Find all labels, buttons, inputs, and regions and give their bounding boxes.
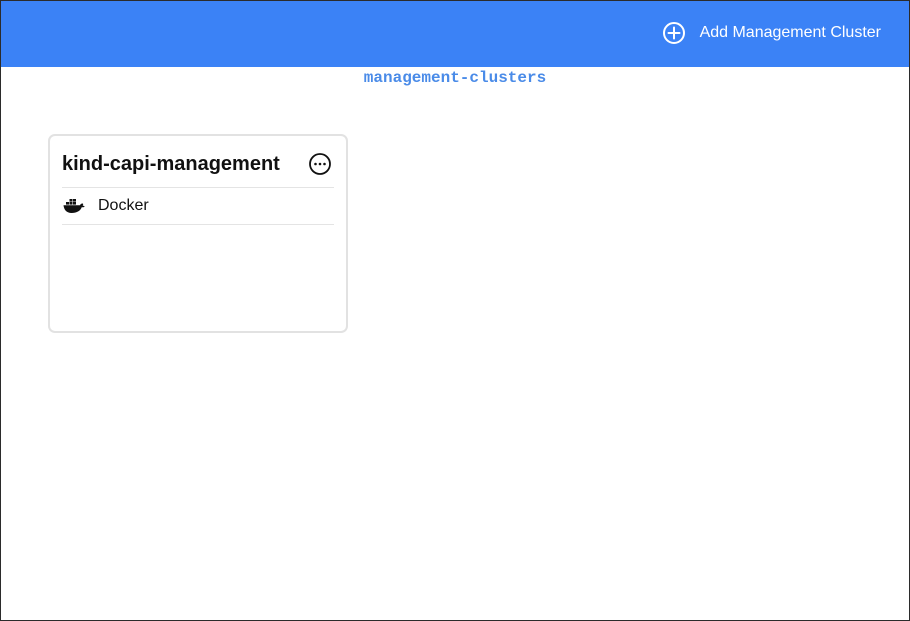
cluster-card-header: kind-capi-management [62, 150, 334, 188]
provider-label: Docker [98, 197, 149, 214]
more-horizontal-icon [309, 153, 331, 175]
plus-circle-icon [662, 21, 686, 45]
top-bar: Add Management Cluster [1, 1, 909, 67]
cluster-card[interactable]: kind-capi-management Docker [48, 134, 348, 333]
add-management-cluster-label: Add Management Cluster [699, 24, 881, 41]
page-title: management-clusters [363, 69, 547, 87]
cluster-provider-row: Docker [62, 188, 334, 225]
app-window: Add Management Cluster management-cluste… [0, 0, 910, 621]
add-management-cluster-button[interactable]: Add Management Cluster [662, 20, 881, 46]
cluster-menu-button[interactable] [308, 152, 332, 176]
cluster-name: kind-capi-management [62, 153, 280, 175]
docker-icon [63, 198, 85, 214]
